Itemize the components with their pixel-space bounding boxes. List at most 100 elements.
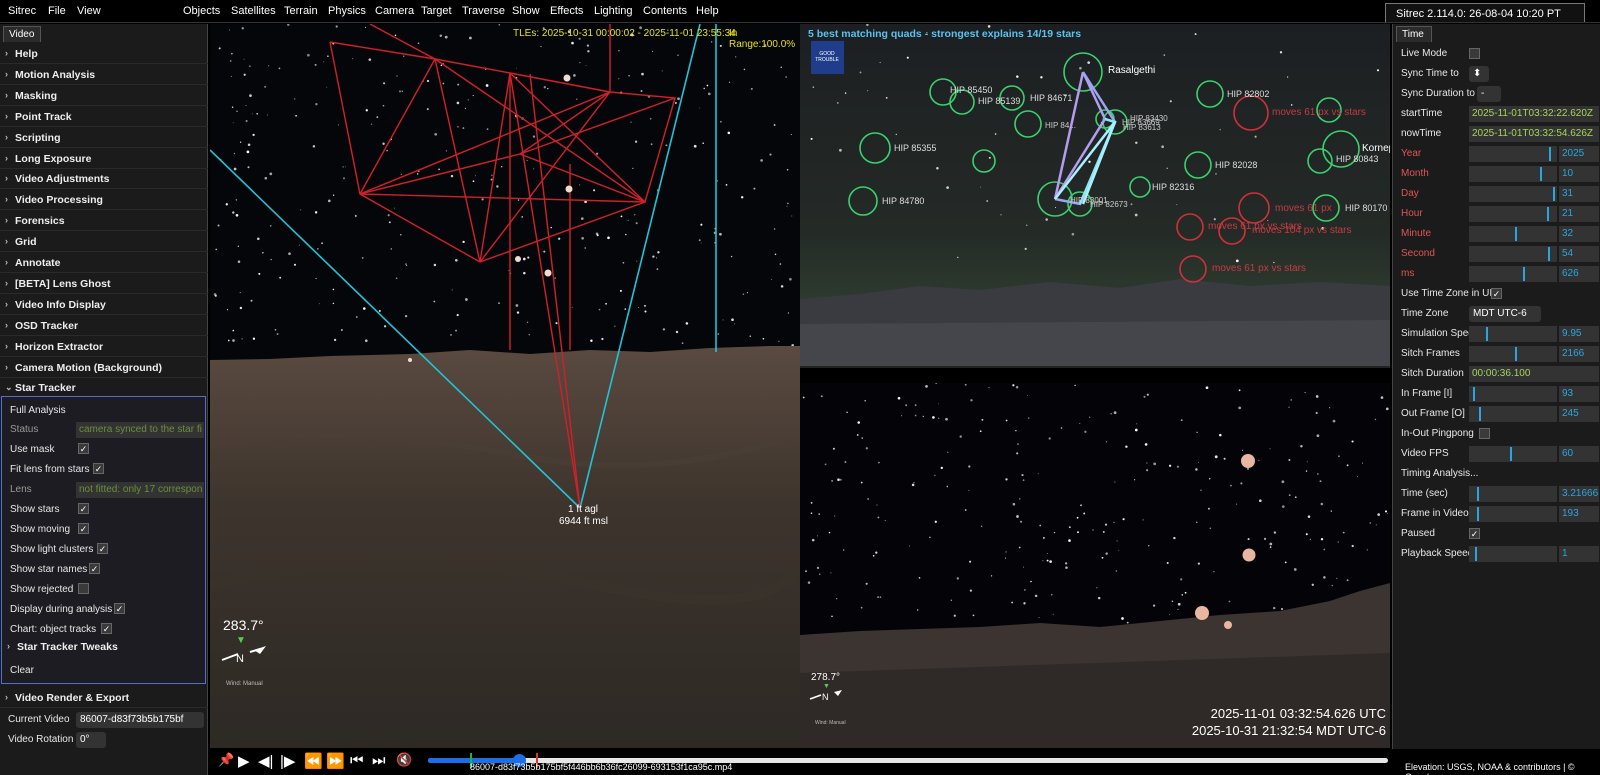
playback-value[interactable]: 1 xyxy=(1559,546,1599,562)
folder-motion-analysis[interactable]: › Motion Analysis xyxy=(0,65,208,85)
folder-grid[interactable]: › Grid xyxy=(0,232,208,253)
fit-lens-checkbox[interactable]: ✓ xyxy=(93,463,104,474)
step-forward-icon[interactable]: |▶ xyxy=(280,752,295,770)
slider-thumb[interactable] xyxy=(1476,507,1479,521)
now-time-field[interactable]: 2025-11-01T03:32:54.626Z xyxy=(1469,126,1599,142)
menu-contents[interactable]: Contents xyxy=(643,5,687,17)
folder-osd-tracker[interactable]: › OSD Tracker xyxy=(0,316,208,336)
tab-time[interactable]: Time xyxy=(1396,26,1432,42)
skip-start-icon[interactable]: ⏮ xyxy=(350,752,364,769)
minute-value[interactable]: 32 xyxy=(1559,226,1599,242)
play-button[interactable]: ▶ xyxy=(238,752,250,770)
sync-duration-select[interactable]: - xyxy=(1477,86,1501,102)
menu-terrain[interactable]: Terrain xyxy=(284,5,318,17)
use-mask-checkbox[interactable]: ✓ xyxy=(78,443,89,454)
menu-objects[interactable]: Objects xyxy=(183,5,220,17)
folder-video-adjustments[interactable]: › Video Adjustments xyxy=(0,169,208,190)
menu-traverse[interactable]: Traverse xyxy=(462,5,505,17)
sync-time-select[interactable]: ⬍ xyxy=(1469,66,1489,82)
video-rotation-select[interactable]: 0° xyxy=(76,732,106,748)
slider-thumb[interactable] xyxy=(1476,487,1479,501)
menu-satellites[interactable]: Satellites xyxy=(231,5,276,17)
show-star-names-checkbox[interactable]: ✓ xyxy=(89,563,100,574)
clear-button[interactable]: Clear xyxy=(10,665,34,676)
slider-thumb[interactable] xyxy=(1548,147,1551,161)
slider-thumb[interactable] xyxy=(1515,347,1518,361)
skip-end-icon[interactable]: ⏭ xyxy=(372,752,386,769)
folder-video-render-export[interactable]: › Video Render & Export xyxy=(0,688,208,708)
menu-physics[interactable]: Physics xyxy=(328,5,366,17)
folder-star-tracker-tweaks[interactable]: › Star Tracker Tweaks xyxy=(2,637,205,657)
folder-forensics[interactable]: › Forensics xyxy=(0,211,208,232)
sitch-duration-field[interactable]: 00:00:36.100 xyxy=(1469,366,1599,382)
slider-thumb[interactable] xyxy=(1475,547,1478,561)
show-moving-checkbox[interactable]: ✓ xyxy=(78,523,89,534)
menu-show[interactable]: Show xyxy=(512,5,540,17)
slider-thumb[interactable] xyxy=(1515,227,1518,241)
folder-help[interactable]: › Help xyxy=(0,44,208,64)
ms-value[interactable]: 626 xyxy=(1559,266,1599,282)
folder-annotate[interactable]: › Annotate xyxy=(0,253,208,273)
folder-horizon-extractor[interactable]: › Horizon Extractor xyxy=(0,337,208,357)
day-slider[interactable] xyxy=(1469,186,1557,202)
month-value[interactable]: 10 xyxy=(1559,166,1599,182)
frame-video-value[interactable]: 193 xyxy=(1559,506,1599,522)
year-value[interactable]: 2025 xyxy=(1559,146,1599,162)
menu-camera[interactable]: Camera xyxy=(375,5,414,17)
start-time-field[interactable]: 2025-11-01T03:32:22.620Z xyxy=(1469,106,1599,122)
out-frame-value[interactable]: 245 xyxy=(1559,406,1599,422)
camera-view[interactable]: 278.7° ▼ N Wind: Manual 2025-11-01 03:32… xyxy=(800,383,1390,748)
menu-view[interactable]: View xyxy=(77,5,101,17)
sim-speed-value[interactable]: 9.95 xyxy=(1559,326,1599,342)
video-fps-slider[interactable] xyxy=(1469,446,1557,462)
chart-tracks-checkbox[interactable]: ✓ xyxy=(101,623,112,634)
use-tz-checkbox[interactable]: ✓ xyxy=(1491,288,1502,299)
menu-lighting[interactable]: Lighting xyxy=(594,5,633,17)
slider-thumb[interactable] xyxy=(1486,327,1489,341)
menu-effects[interactable]: Effects xyxy=(550,5,583,17)
frame-video-slider[interactable] xyxy=(1469,506,1557,522)
folder-camera-motion-background[interactable]: › Camera Motion (Background) xyxy=(0,358,208,378)
folder-video-processing[interactable]: › Video Processing xyxy=(0,190,208,211)
folder-masking[interactable]: › Masking xyxy=(0,86,208,106)
slider-thumb[interactable] xyxy=(1548,247,1551,261)
slider-thumb[interactable] xyxy=(1479,407,1482,421)
timing-analysis-button[interactable]: Timing Analysis... xyxy=(1401,468,1478,479)
out-frame-slider[interactable] xyxy=(1469,406,1557,422)
folder-scripting[interactable]: › Scripting xyxy=(0,128,208,148)
slider-thumb[interactable] xyxy=(1553,187,1556,201)
slider-thumb[interactable] xyxy=(1473,387,1476,401)
ms-slider[interactable] xyxy=(1469,266,1557,282)
second-value[interactable]: 54 xyxy=(1559,246,1599,262)
playback-slider[interactable] xyxy=(1469,546,1557,562)
year-slider[interactable] xyxy=(1469,146,1557,162)
in-frame-slider[interactable] xyxy=(1469,386,1557,402)
step-back-icon[interactable]: ◀| xyxy=(258,752,273,770)
menu-help[interactable]: Help xyxy=(696,5,719,17)
live-mode-checkbox[interactable] xyxy=(1469,48,1480,59)
show-rejected-checkbox[interactable] xyxy=(78,583,89,594)
menu-target[interactable]: Target xyxy=(421,5,452,17)
fast-rewind-icon[interactable]: ⏪ xyxy=(304,752,323,770)
main-3d-view[interactable]: TLEs: 2025-10-31 00:00:02 - 2025-11-01 2… xyxy=(210,24,800,748)
month-slider[interactable] xyxy=(1469,166,1557,182)
time-sec-slider[interactable] xyxy=(1469,486,1557,502)
show-light-clusters-checkbox[interactable]: ✓ xyxy=(97,543,108,554)
folder-long-exposure[interactable]: › Long Exposure xyxy=(0,149,208,169)
hour-slider[interactable] xyxy=(1469,206,1557,222)
minute-slider[interactable] xyxy=(1469,226,1557,242)
second-slider[interactable] xyxy=(1469,246,1557,262)
mute-icon[interactable]: 🔇 xyxy=(396,752,412,768)
day-value[interactable]: 31 xyxy=(1559,186,1599,202)
folder-star-tracker[interactable]: ⌄ Star Tracker xyxy=(0,378,208,398)
menu-file[interactable]: File xyxy=(48,5,66,17)
paused-checkbox[interactable]: ✓ xyxy=(1469,528,1480,539)
folder-point-track[interactable]: › Point Track xyxy=(0,107,208,127)
tab-video[interactable]: Video xyxy=(3,26,41,42)
show-stars-checkbox[interactable]: ✓ xyxy=(78,503,89,514)
fast-forward-icon[interactable]: ⏩ xyxy=(326,752,345,770)
in-frame-value[interactable]: 93 xyxy=(1559,386,1599,402)
slider-thumb[interactable] xyxy=(1539,167,1542,181)
pingpong-checkbox[interactable] xyxy=(1479,428,1490,439)
slider-thumb[interactable] xyxy=(1547,207,1550,221)
